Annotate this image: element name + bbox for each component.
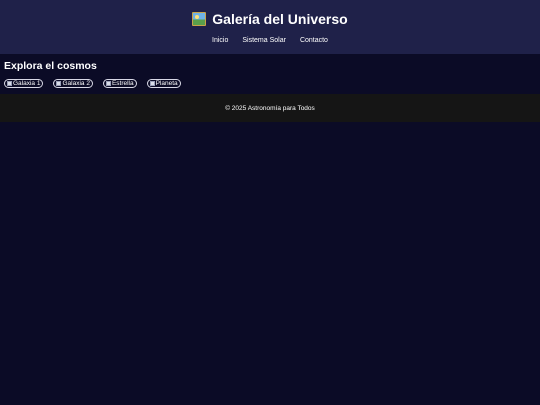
nav-link-sistema-solar[interactable]: Sistema Solar bbox=[242, 37, 286, 44]
gallery-image-alt: Estrella bbox=[111, 80, 134, 87]
site-title: Galería del Universo bbox=[192, 10, 348, 28]
image-gallery: Galaxia 1 Galaxia 2 Estrella Planeta bbox=[4, 79, 536, 88]
gallery-image-galaxia-2[interactable]: Galaxia 2 bbox=[53, 79, 93, 88]
main-nav: Inicio Sistema Solar Contacto bbox=[0, 37, 540, 44]
site-footer: © 2025 Astronomía para Todos bbox=[0, 94, 540, 122]
footer-text: © 2025 Astronomía para Todos bbox=[225, 104, 315, 112]
broken-image-icon bbox=[149, 81, 155, 86]
gallery-image-alt: Galaxia 1 bbox=[13, 80, 41, 87]
broken-image-icon bbox=[56, 81, 62, 86]
nav-link-inicio[interactable]: Inicio bbox=[212, 37, 228, 44]
site-title-text: Galería del Universo bbox=[212, 11, 348, 27]
gallery-image-planeta[interactable]: Planeta bbox=[146, 79, 181, 88]
gallery-image-alt: Galaxia 2 bbox=[62, 80, 90, 87]
gallery-image-galaxia-1[interactable]: Galaxia 1 bbox=[4, 79, 44, 88]
framed-picture-icon bbox=[192, 12, 207, 26]
gallery-image-alt: Planeta bbox=[155, 80, 178, 87]
main-content: Explora el cosmos Galaxia 1 Galaxia 2 Es… bbox=[0, 54, 540, 88]
broken-image-icon bbox=[7, 81, 12, 86]
section-title: Explora el cosmos bbox=[4, 60, 97, 72]
broken-image-icon bbox=[105, 81, 111, 86]
gallery-image-estrella[interactable]: Estrella bbox=[102, 79, 137, 88]
nav-link-contacto[interactable]: Contacto bbox=[300, 37, 328, 44]
site-header: Galería del Universo Inicio Sistema Sola… bbox=[0, 0, 540, 54]
